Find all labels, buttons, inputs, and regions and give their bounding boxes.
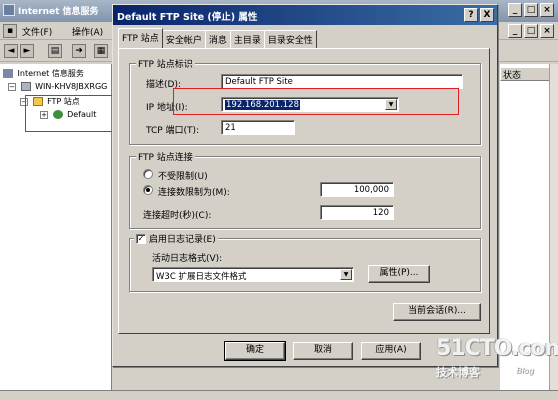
- tree-item-label: Default: [67, 110, 97, 119]
- tree-item-iis-root[interactable]: Internet 信息服务: [3, 68, 84, 79]
- mdi-close-icon[interactable]: ×: [540, 24, 554, 38]
- tcp-port-label: TCP 端口(T):: [146, 126, 200, 136]
- apply-button[interactable]: 应用(A): [361, 342, 421, 360]
- current-sessions-button[interactable]: 当前会话(R)...: [393, 303, 481, 321]
- limited-label: 连接数限制为(M):: [158, 188, 230, 198]
- watermark-blog: Blog: [516, 366, 534, 375]
- ip-address-combo[interactable]: 192.168.201.128 ▼: [221, 97, 399, 112]
- dropdown-arrow-icon[interactable]: ▼: [385, 99, 397, 110]
- timeout-field[interactable]: 120: [320, 205, 394, 220]
- limited-radio[interactable]: [143, 185, 153, 195]
- group-legend: FTP 站点标识: [136, 57, 195, 70]
- radio-dot: [146, 188, 150, 192]
- dialog-titlebar: Default FTP Site (停止) 属性 ? X: [113, 5, 497, 25]
- watermark-logo: 51CTO.com: [436, 336, 558, 361]
- tree-item-server[interactable]: − WIN-KHV8JBXRGG: [8, 82, 107, 91]
- tab-security-accounts[interactable]: 安全帐户: [161, 30, 206, 48]
- menu-action[interactable]: 操作(A): [72, 25, 103, 38]
- enable-logging-row: ✓ 启用日志记录(E): [134, 232, 218, 245]
- log-format-label: 活动日志格式(V):: [152, 254, 223, 264]
- ip-address-value: 192.168.201.128: [225, 100, 301, 110]
- collapse-icon[interactable]: −: [20, 97, 28, 106]
- mdi-system-icon[interactable]: ▪: [3, 24, 17, 38]
- unlimited-radio[interactable]: [143, 169, 153, 179]
- log-format-value: W3C 扩展日志文件格式: [156, 272, 247, 282]
- close-icon[interactable]: X: [480, 8, 494, 22]
- collapse-icon[interactable]: −: [8, 82, 16, 91]
- mdi-window-controls: _ □ ×: [508, 24, 554, 38]
- tab-panel-ftp-site: FTP 站点标识 描述(D): Default FTP Site IP 地址(I…: [118, 48, 490, 334]
- ftp-site-properties-dialog: Default FTP Site (停止) 属性 ? X FTP 站点 安全帐户…: [112, 4, 498, 367]
- group-site-connections: FTP 站点连接 不受限制(U) 连接数限制为(M): 100,000 连接超时…: [129, 150, 481, 229]
- group-logging: ✓ 启用日志记录(E) 活动日志格式(V): W3C 扩展日志文件格式 ▼ 属性…: [129, 232, 481, 292]
- iis-window-controls: _ □ ×: [508, 3, 554, 17]
- iis-root-icon: [3, 69, 13, 78]
- watermark-subtitle: 技术博客: [436, 366, 480, 379]
- enable-logging-label: 启用日志记录(E): [149, 235, 216, 245]
- help-icon[interactable]: ?: [464, 8, 478, 22]
- unlimited-label: 不受限制(U): [158, 172, 208, 182]
- tab-messages[interactable]: 消息: [204, 30, 231, 48]
- column-header-status[interactable]: 状态: [500, 67, 550, 81]
- tree-item-default-site[interactable]: + Default: [40, 110, 96, 119]
- mdi-minimize-icon[interactable]: _: [508, 24, 522, 38]
- folder-icon: [32, 97, 43, 106]
- tab-home-directory[interactable]: 主目录: [229, 30, 265, 48]
- ok-button[interactable]: 确定: [224, 341, 286, 361]
- menu-file[interactable]: 文件(F): [22, 25, 52, 38]
- dialog-title-buttons: ? X: [464, 8, 494, 22]
- dialog-tabs: FTP 站点 安全帐户 消息 主目录 目录安全性: [118, 28, 317, 48]
- console-tree-icon[interactable]: ▤: [48, 44, 62, 58]
- mdi-restore-icon[interactable]: □: [524, 24, 538, 38]
- close-icon[interactable]: ×: [540, 3, 554, 17]
- group-site-identification: FTP 站点标识 描述(D): Default FTP Site IP 地址(I…: [129, 57, 481, 145]
- export-list-icon[interactable]: ➜: [72, 44, 86, 58]
- tcp-port-field[interactable]: 21: [221, 120, 295, 135]
- site-watermark: 51CTO.com 技术博客 Blog: [432, 336, 558, 392]
- description-field[interactable]: Default FTP Site: [221, 74, 463, 89]
- iis-window-title: Internet 信息服务: [18, 7, 99, 17]
- connection-limit-field[interactable]: 100,000: [320, 182, 394, 197]
- ftp-site-icon: [52, 110, 63, 119]
- ip-address-label: IP 地址(I):: [146, 103, 188, 113]
- tab-ftp-site[interactable]: FTP 站点: [118, 28, 163, 48]
- cancel-button[interactable]: 取消: [293, 342, 353, 360]
- timeout-label: 连接超时(秒)(C):: [143, 211, 212, 221]
- log-properties-button[interactable]: 属性(P)...: [368, 265, 430, 283]
- tab-directory-security[interactable]: 目录安全性: [263, 30, 317, 48]
- group-legend: FTP 站点连接: [136, 150, 195, 163]
- forward-arrow-icon[interactable]: ►: [20, 44, 34, 58]
- iis-app-icon: [3, 4, 15, 16]
- minimize-icon[interactable]: _: [508, 3, 522, 17]
- tree-item-label: WIN-KHV8JBXRGG: [35, 82, 108, 91]
- dropdown-arrow-icon[interactable]: ▼: [340, 269, 352, 280]
- maximize-icon[interactable]: □: [524, 3, 538, 17]
- tree-item-label: Internet 信息服务: [17, 69, 84, 78]
- description-label: 描述(D):: [146, 80, 181, 90]
- server-icon: [20, 82, 31, 91]
- tree-item-label: FTP 站点: [47, 97, 80, 106]
- tree-item-ftp-sites[interactable]: − FTP 站点: [20, 96, 80, 107]
- properties-icon[interactable]: ▦: [94, 44, 108, 58]
- back-arrow-icon[interactable]: ◄: [4, 44, 18, 58]
- expand-icon[interactable]: +: [40, 110, 48, 119]
- log-format-combo[interactable]: W3C 扩展日志文件格式 ▼: [152, 267, 354, 282]
- dialog-title: Default FTP Site (停止) 属性: [117, 12, 258, 23]
- enable-logging-checkbox[interactable]: ✓: [136, 233, 146, 244]
- console-tree: Internet 信息服务 − WIN-KHV8JBXRGG − FTP 站点 …: [0, 64, 112, 390]
